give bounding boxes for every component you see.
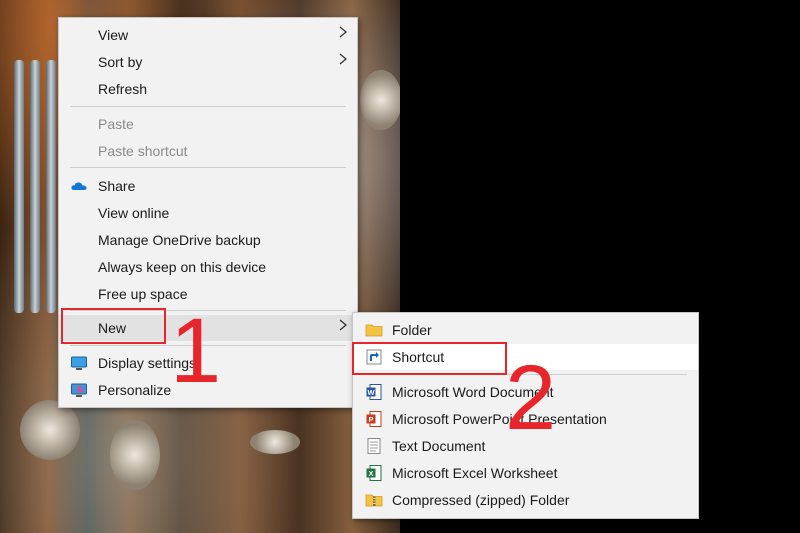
svg-text:W: W — [367, 388, 375, 397]
display-settings-icon — [71, 356, 87, 370]
text-document-icon — [367, 438, 381, 454]
submenu-item-zipped-folder[interactable]: Compressed (zipped) Folder — [353, 487, 698, 513]
powerpoint-icon: P — [366, 411, 382, 427]
folder-icon — [365, 324, 383, 337]
excel-worksheet-icon: X — [366, 465, 382, 481]
submenu-item-folder[interactable]: Folder — [353, 317, 698, 343]
wallpaper-ornament — [110, 420, 160, 490]
menu-item-label: Compressed (zipped) Folder — [392, 492, 570, 508]
highlight-box-new — [61, 308, 166, 344]
onedrive-cloud-icon — [71, 182, 87, 190]
menu-item-label: View online — [98, 205, 170, 221]
chevron-right-icon — [339, 26, 347, 38]
menu-item-label: Paste shortcut — [98, 143, 188, 159]
step-number-1: 1 — [170, 300, 222, 402]
wallpaper-ornament — [250, 430, 300, 454]
menu-item-label: Paste — [98, 116, 134, 132]
menu-item-label: Text Document — [392, 438, 486, 454]
zipped-folder-icon — [365, 494, 383, 507]
submenu-item-excel-worksheet[interactable]: X Microsoft Excel Worksheet — [353, 460, 698, 486]
menu-item-label: Share — [98, 178, 136, 194]
menu-item-manage-onedrive-backup[interactable]: Manage OneDrive backup — [59, 227, 357, 253]
menu-item-label: Sort by — [98, 54, 143, 70]
menu-item-sort-by[interactable]: Sort by — [59, 49, 357, 75]
highlight-box-shortcut — [352, 342, 507, 375]
menu-item-label: Microsoft Excel Worksheet — [392, 465, 558, 481]
menu-item-label: Always keep on this device — [98, 259, 267, 275]
wallpaper-ornament — [20, 400, 80, 460]
step-number-2: 2 — [505, 347, 557, 449]
wallpaper-ornament — [360, 70, 400, 130]
menu-item-view[interactable]: View — [59, 22, 357, 48]
organ-pipe — [14, 60, 24, 313]
menu-item-label: Personalize — [98, 382, 172, 398]
menu-separator — [70, 106, 346, 107]
menu-item-label: Microsoft PowerPoint Presentation — [392, 411, 607, 427]
menu-item-paste[interactable]: Paste — [59, 111, 357, 137]
menu-separator — [70, 167, 346, 168]
menu-item-paste-shortcut[interactable]: Paste shortcut — [59, 138, 357, 164]
organ-pipe — [30, 60, 40, 313]
menu-item-always-keep[interactable]: Always keep on this device — [59, 254, 357, 280]
menu-item-share[interactable]: Share — [59, 173, 357, 199]
personalize-icon — [71, 383, 87, 397]
menu-item-view-online[interactable]: View online — [59, 200, 357, 226]
chevron-right-icon — [339, 319, 347, 331]
svg-text:X: X — [368, 469, 373, 478]
menu-item-label: Manage OneDrive backup — [98, 232, 261, 248]
menu-item-label: View — [98, 27, 129, 43]
organ-pipe — [46, 60, 56, 313]
menu-item-label: Refresh — [98, 81, 148, 97]
menu-item-refresh[interactable]: Refresh — [59, 76, 357, 102]
menu-item-label: Folder — [392, 322, 432, 338]
word-document-icon: W — [366, 384, 382, 400]
svg-text:P: P — [368, 415, 373, 424]
chevron-right-icon — [339, 53, 347, 65]
